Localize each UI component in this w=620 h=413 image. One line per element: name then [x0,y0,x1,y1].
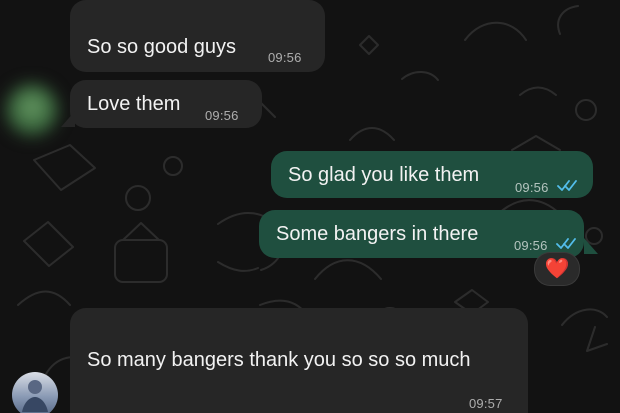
message-text: So many bangers thank you so so so much [87,349,471,371]
incoming-avatar-blurred [6,84,58,136]
outgoing-message-bubble[interactable]: So glad you like them 09:56 [271,151,593,198]
message-time: 09:56 [268,50,302,65]
message-time: 09:57 [469,396,503,411]
heart-reaction[interactable]: ❤️ [534,252,580,286]
incoming-message-bubble[interactable]: So many bangers thank you so so so much … [70,308,528,413]
message-text: So glad you like them [288,164,480,186]
outgoing-message-bubble[interactable]: Some bangers in there 09:56 [259,210,584,258]
double-check-icon [556,238,576,249]
message-time: 09:56 [205,108,239,123]
double-check-icon [557,180,577,191]
chat-thread: So so good guys 09:56 Love them 09:56 So… [0,0,620,413]
message-text: Some bangers in there [276,223,479,245]
message-text: Love them [87,93,181,115]
message-time: 09:56 [515,180,549,195]
incoming-message-bubble[interactable]: Love them 09:56 [70,80,262,128]
incoming-message-bubble[interactable]: So so good guys 09:56 [70,0,325,72]
incoming-avatar-photo [12,372,58,413]
heart-emoji: ❤️ [544,258,570,280]
message-text: So so good guys [87,36,236,58]
